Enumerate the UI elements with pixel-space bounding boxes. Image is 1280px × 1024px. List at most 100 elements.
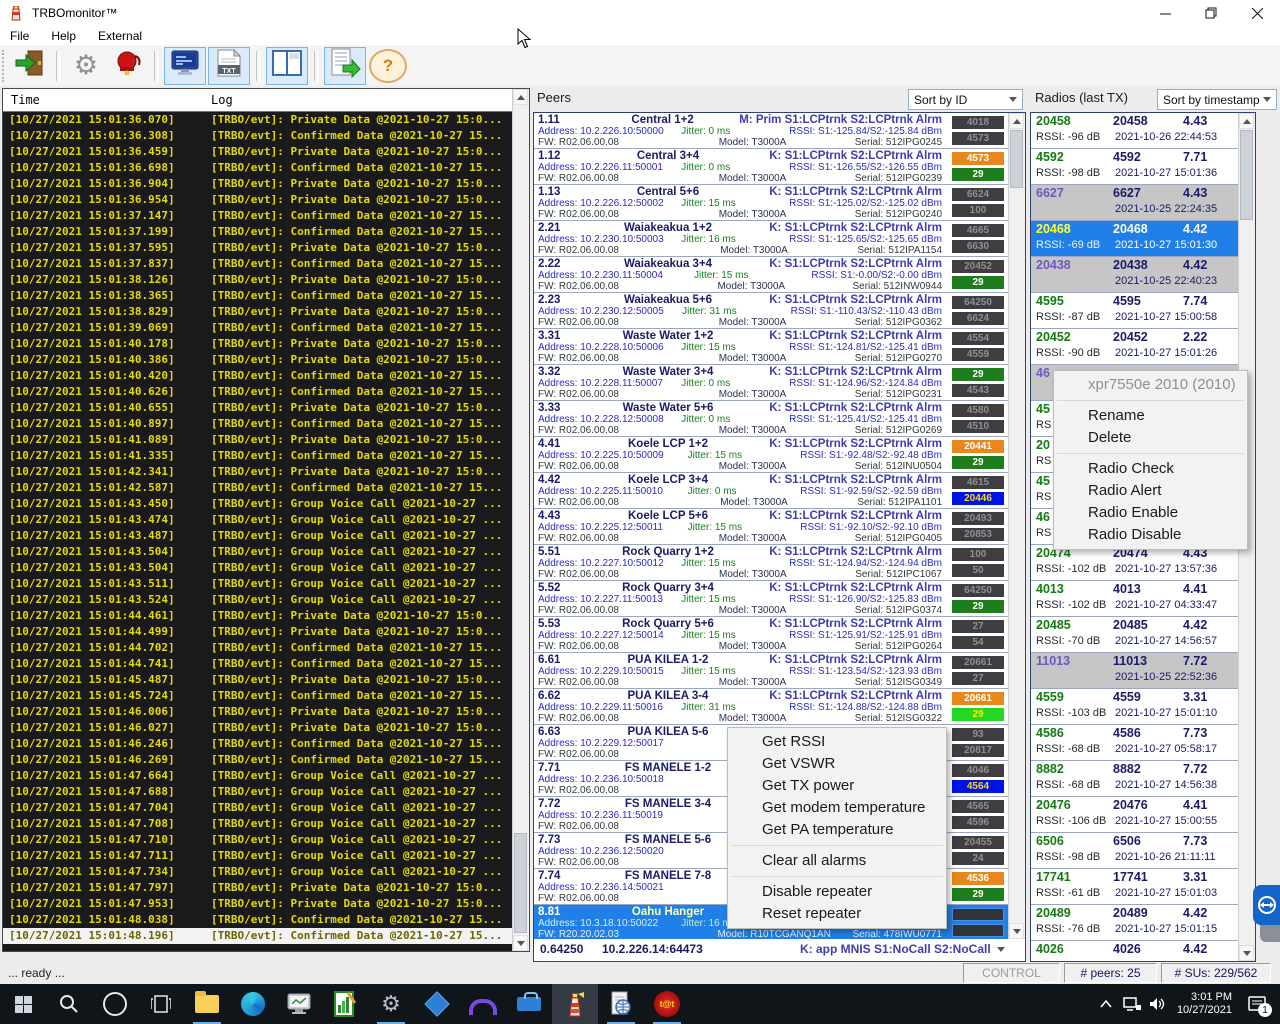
log-row[interactable]: [10/27/2021 15:01:41.335][TRBO/evt]: Con… <box>3 448 513 464</box>
radio-row[interactable]: 459245927.71RSSI: -98 dB2021-10-27 15:01… <box>1031 149 1239 185</box>
log-row[interactable]: [10/27/2021 15:01:43.474][TRBO/evt]: Gro… <box>3 512 513 528</box>
radios-sort-dropdown[interactable]: Sort by timestamp <box>1157 89 1277 110</box>
log-row[interactable]: [10/27/2021 15:01:40.655][TRBO/evt]: Pri… <box>3 400 513 416</box>
tat-app-button[interactable]: t@t <box>644 984 690 1024</box>
log-row[interactable]: [10/27/2021 15:01:45.724][TRBO/evt]: Con… <box>3 688 513 704</box>
radio-row[interactable]: 662766274.432021-10-25 22:24:35 <box>1031 185 1239 221</box>
log-row[interactable]: [10/27/2021 15:01:44.702][TRBO/evt]: Con… <box>3 640 513 656</box>
context-menu-item[interactable]: Reset repeater <box>728 903 946 925</box>
context-menu-item[interactable]: Clear all alarms <box>728 850 946 872</box>
peer-row[interactable]: 5.52Rock Quarry 3+4K: S1:LCPtrnk S2:LCPt… <box>534 581 1009 617</box>
radio-row[interactable]: 650665067.73RSSI: -98 dB2021-10-26 21:11… <box>1031 833 1239 869</box>
log-row[interactable]: [10/27/2021 15:01:44.741][TRBO/evt]: Con… <box>3 656 513 672</box>
peers-scrollbar[interactable] <box>1008 113 1025 939</box>
log-row[interactable]: [10/27/2021 15:01:48.196][TRBO/evt]: Con… <box>3 928 513 944</box>
action-center-button[interactable]: 1 <box>1238 984 1276 1024</box>
context-menu-item[interactable]: Get VSWR <box>728 753 946 775</box>
export-button[interactable] <box>324 47 366 85</box>
peer-row[interactable]: 1.12Central 3+4K: S1:LCPtrnk S2:LCPtrnk … <box>534 149 1009 185</box>
log-row[interactable]: [10/27/2021 15:01:40.386][TRBO/evt]: Pri… <box>3 352 513 368</box>
scroll-thumb[interactable] <box>1240 130 1253 220</box>
peer-row[interactable]: 5.51Rock Quarry 1+2K: S1:LCPtrnk S2:LCPt… <box>534 545 1009 581</box>
peer-row[interactable]: 1.13Central 5+6K: S1:LCPtrnk S2:LCPtrnk … <box>534 185 1009 221</box>
radio-row[interactable]: 20485204854.42RSSI: -70 dB2021-10-27 14:… <box>1031 617 1239 653</box>
task-view-button[interactable] <box>138 984 184 1024</box>
log-row[interactable]: [10/27/2021 15:01:43.450][TRBO/evt]: Gro… <box>3 496 513 512</box>
tray-chevron-button[interactable] <box>1093 984 1119 1024</box>
radio-row[interactable]: 401340134.41RSSI: -102 dB2021-10-27 04:3… <box>1031 581 1239 617</box>
exit-button[interactable] <box>10 48 50 84</box>
log-row[interactable]: [10/27/2021 15:01:41.089][TRBO/evt]: Pri… <box>3 432 513 448</box>
log-row[interactable]: [10/27/2021 15:01:36.904][TRBO/evt]: Pri… <box>3 176 513 192</box>
edge-browser-button[interactable] <box>230 984 276 1024</box>
radio-row[interactable]: 20458204584.43RSSI: -96 dB2021-10-26 22:… <box>1031 113 1239 149</box>
log-row[interactable]: [10/27/2021 15:01:47.704][TRBO/evt]: Gro… <box>3 800 513 816</box>
log-row[interactable]: [10/27/2021 15:01:40.420][TRBO/evt]: Con… <box>3 368 513 384</box>
context-menu-item[interactable]: Get RSSI <box>728 731 946 753</box>
log-row[interactable]: [10/27/2021 15:01:46.006][TRBO/evt]: Pri… <box>3 704 513 720</box>
scroll-up-button[interactable] <box>1009 113 1024 129</box>
menu-item-help[interactable]: Help <box>51 29 76 43</box>
peer-row[interactable]: 2.22Waiakeakua 3+4K: S1:LCPtrnk S2:LCPtr… <box>534 257 1009 293</box>
log-row[interactable]: [10/27/2021 15:01:37.199][TRBO/evt]: Con… <box>3 224 513 240</box>
monitor-app-button[interactable] <box>276 984 322 1024</box>
peer-row[interactable]: 5.53Rock Quarry 5+6K: S1:LCPtrnk S2:LCPt… <box>534 617 1009 653</box>
radio-row[interactable]: 20438204384.422021-10-25 22:40:23 <box>1031 257 1239 293</box>
log-row[interactable]: [10/27/2021 15:01:40.178][TRBO/evt]: Pri… <box>3 336 513 352</box>
alarm-button[interactable] <box>108 48 148 84</box>
peer-row[interactable]: 2.23Waiakeakua 5+6K: S1:LCPtrnk S2:LCPtr… <box>534 293 1009 329</box>
log-row[interactable]: [10/27/2021 15:01:43.504][TRBO/evt]: Gro… <box>3 560 513 576</box>
arc-app-button[interactable] <box>460 984 506 1024</box>
log-column-log[interactable]: Log <box>203 93 529 107</box>
file-explorer-button[interactable] <box>184 984 230 1024</box>
peer-footer-row[interactable]: 0.64250 10.2.226.14:64473 K: app MNIS S1… <box>534 939 1009 959</box>
log-row[interactable]: [10/27/2021 15:01:44.461][TRBO/evt]: Pri… <box>3 608 513 624</box>
log-row[interactable]: [10/27/2021 15:01:38.365][TRBO/evt]: Con… <box>3 288 513 304</box>
menu-item-external[interactable]: External <box>98 29 142 43</box>
log-row[interactable]: [10/27/2021 15:01:38.829][TRBO/evt]: Pri… <box>3 304 513 320</box>
log-row[interactable]: [10/27/2021 15:01:47.688][TRBO/evt]: Gro… <box>3 784 513 800</box>
peer-row[interactable]: 2.21Waiakeakua 1+2K: S1:LCPtrnk S2:LCPtr… <box>534 221 1009 257</box>
console-view-button[interactable] <box>164 47 206 85</box>
peer-row[interactable]: 6.61PUA KILEA 1-2K: S1:LCPtrnk S2:LCPtrn… <box>534 653 1009 689</box>
log-row[interactable]: [10/27/2021 15:01:46.027][TRBO/evt]: Pri… <box>3 720 513 736</box>
log-row[interactable]: [10/27/2021 15:01:36.954][TRBO/evt]: Pri… <box>3 192 513 208</box>
log-row[interactable]: [10/27/2021 15:01:47.711][TRBO/evt]: Gro… <box>3 848 513 864</box>
peer-row[interactable]: 4.43Koele LCP 5+6K: S1:LCPtrnk S2:LCPtrn… <box>534 509 1009 545</box>
radio-row[interactable]: 455945593.31RSSI: -103 dB2021-10-27 15:0… <box>1031 689 1239 725</box>
radio-row[interactable]: 20452204522.22RSSI: -90 dB2021-10-27 15:… <box>1031 329 1239 365</box>
radio-row[interactable]: 20476204764.41RSSI: -106 dB2021-10-27 15… <box>1031 797 1239 833</box>
help-button[interactable]: ? <box>368 48 408 84</box>
log-row[interactable]: [10/27/2021 15:01:37.595][TRBO/evt]: Pri… <box>3 240 513 256</box>
log-row[interactable]: [10/27/2021 15:01:42.341][TRBO/evt]: Pri… <box>3 464 513 480</box>
peers-sort-dropdown[interactable]: Sort by ID <box>908 89 1023 110</box>
minimize-button[interactable] <box>1142 0 1188 26</box>
peer-row[interactable]: 4.41Koele LCP 1+2K: S1:LCPtrnk S2:LCPtrn… <box>534 437 1009 473</box>
log-row[interactable]: [10/27/2021 15:01:42.587][TRBO/evt]: Con… <box>3 480 513 496</box>
radio-row[interactable]: 20468204684.42RSSI: -69 dB2021-10-27 15:… <box>1031 221 1239 257</box>
text-log-button[interactable]: TXT <box>208 47 250 85</box>
log-row[interactable]: [10/27/2021 15:01:46.269][TRBO/evt]: Con… <box>3 752 513 768</box>
log-row[interactable]: [10/27/2021 15:01:37.837][TRBO/evt]: Con… <box>3 256 513 272</box>
context-menu-item[interactable]: Get TX power <box>728 775 946 797</box>
radio-row[interactable]: 402640264.42 <box>1031 941 1239 962</box>
radio-row[interactable]: 20489204894.42RSSI: -76 dB2021-10-27 15:… <box>1031 905 1239 941</box>
radio-row[interactable]: 17741177413.31RSSI: -61 dB2021-10-27 15:… <box>1031 869 1239 905</box>
log-row[interactable]: [10/27/2021 15:01:38.126][TRBO/evt]: Pri… <box>3 272 513 288</box>
scroll-thumb[interactable] <box>514 833 527 933</box>
log-row[interactable]: [10/27/2021 15:01:36.070][TRBO/evt]: Pri… <box>3 112 513 128</box>
log-row[interactable]: [10/27/2021 15:01:46.246][TRBO/evt]: Con… <box>3 736 513 752</box>
log-row[interactable]: [10/27/2021 15:01:36.459][TRBO/evt]: Pri… <box>3 144 513 160</box>
log-row[interactable]: [10/27/2021 15:01:44.499][TRBO/evt]: Pri… <box>3 624 513 640</box>
context-menu-item[interactable]: Delete <box>1054 427 1247 449</box>
volume-tray-icon[interactable] <box>1145 984 1171 1024</box>
peer-row[interactable]: 6.62PUA KILEA 3-4K: S1:LCPtrnk S2:LCPtrn… <box>534 689 1009 725</box>
context-menu-item[interactable]: Disable repeater <box>728 881 946 903</box>
log-column-time[interactable]: Time <box>3 93 203 107</box>
trbomonitor-taskbar-button[interactable] <box>552 984 598 1024</box>
log-row[interactable]: [10/27/2021 15:01:40.897][TRBO/evt]: Con… <box>3 416 513 432</box>
radio-row[interactable]: 458645867.73RSSI: -68 dB2021-10-27 05:58… <box>1031 725 1239 761</box>
log-row[interactable]: [10/27/2021 15:01:47.953][TRBO/evt]: Pri… <box>3 896 513 912</box>
scroll-thumb[interactable] <box>1010 130 1023 188</box>
context-menu-item[interactable]: Radio Enable <box>1054 502 1247 524</box>
